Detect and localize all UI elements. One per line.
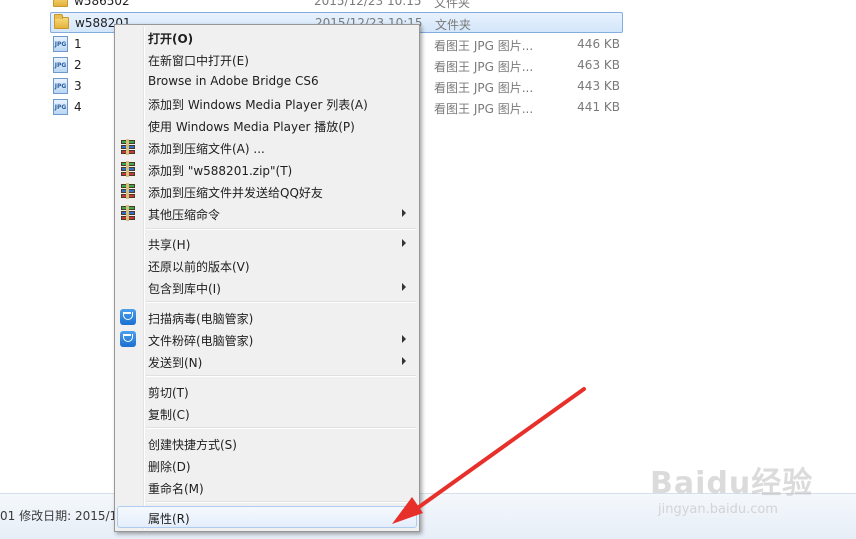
annotation-arrow-head [392, 497, 423, 524]
annotation-arrow-shaft [410, 387, 586, 514]
annotation-arrow [392, 387, 586, 524]
